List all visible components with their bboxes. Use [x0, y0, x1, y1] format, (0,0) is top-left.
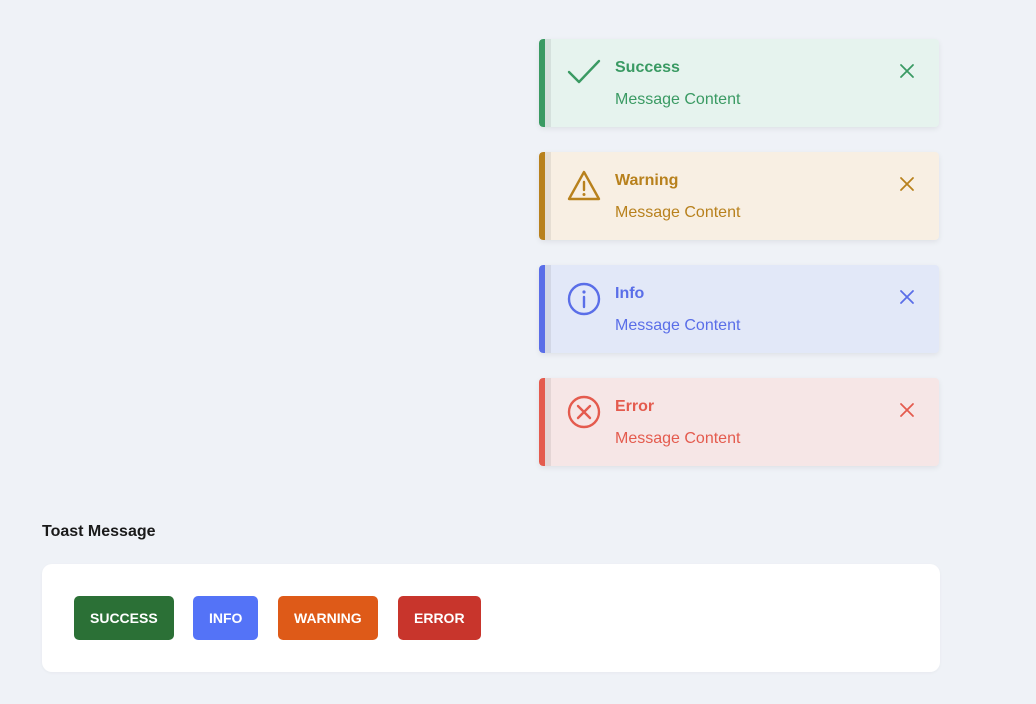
toast-stack: Success Message Content Warning Message …: [539, 39, 939, 491]
close-icon[interactable]: [899, 402, 915, 418]
warning-button[interactable]: WARNING: [278, 596, 378, 640]
toast-message: Message Content: [615, 204, 741, 221]
x-circle-icon: [567, 395, 601, 429]
toast-accent-shadow: [545, 39, 551, 127]
check-icon: [567, 56, 601, 90]
toast-accent-shadow: [545, 152, 551, 240]
success-button[interactable]: SUCCESS: [74, 596, 174, 640]
section-title: Toast Message: [42, 523, 156, 540]
close-icon[interactable]: [899, 176, 915, 192]
close-icon[interactable]: [899, 63, 915, 79]
toast-error: Error Message Content: [539, 378, 939, 466]
toast-accent-shadow: [545, 265, 551, 353]
info-button[interactable]: INFO: [193, 596, 259, 640]
warning-triangle-icon: [567, 169, 601, 203]
toast-title: Info: [615, 285, 645, 302]
toast-message: Message Content: [615, 91, 741, 108]
toast-title: Error: [615, 398, 655, 415]
toast-title: Success: [615, 59, 680, 76]
close-icon[interactable]: [899, 289, 915, 305]
error-button[interactable]: ERROR: [398, 596, 481, 640]
toast-message: Message Content: [615, 317, 741, 334]
toast-success: Success Message Content: [539, 39, 939, 127]
toast-title: Warning: [615, 172, 679, 189]
toast-message: Message Content: [615, 430, 741, 447]
toast-info: Info Message Content: [539, 265, 939, 353]
toast-accent-shadow: [545, 378, 551, 466]
toast-button-panel: SUCCESS INFO WARNING ERROR: [42, 564, 940, 672]
toast-warning: Warning Message Content: [539, 152, 939, 240]
info-circle-icon: [567, 282, 601, 316]
